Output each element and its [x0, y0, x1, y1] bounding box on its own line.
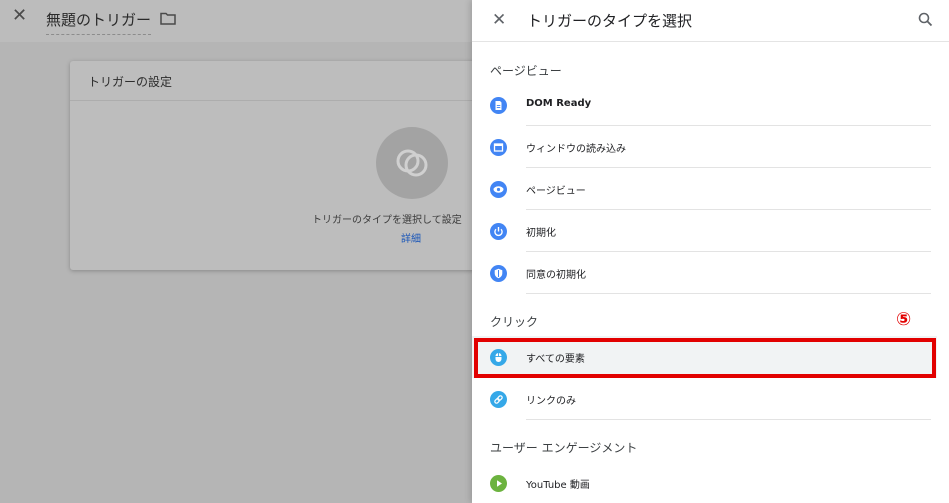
power-icon: [490, 223, 507, 240]
card-title: トリガーの設定: [70, 61, 480, 101]
section-user-engagement: ユーザー エンゲージメント: [490, 441, 638, 455]
section-pageview: ページビュー: [490, 64, 562, 78]
trigger-config-card[interactable]: トリガーの設定 トリガーのタイプを選択して設定 詳細: [70, 61, 480, 270]
search-icon[interactable]: [918, 12, 933, 27]
item-initialization[interactable]: 初期化: [472, 210, 937, 252]
item-label: 同意の初期化: [526, 270, 586, 281]
link-icon: [490, 391, 507, 408]
trigger-type-panel: ✕ トリガーのタイプを選択 ページビュー DOM Ready ウィンドウの読み込…: [472, 0, 949, 503]
trigger-type-icon: [396, 149, 428, 177]
highlight-box: [474, 338, 936, 378]
item-just-links[interactable]: リンクのみ: [472, 378, 937, 420]
item-label: YouTube 動画: [526, 480, 590, 491]
folder-icon[interactable]: [160, 12, 176, 25]
editor-header: ✕ 無題のトリガー: [0, 0, 472, 42]
item-window-loaded[interactable]: ウィンドウの読み込み: [472, 126, 937, 168]
shield-icon: [490, 265, 507, 282]
window-icon: [490, 139, 507, 156]
learn-more-link[interactable]: 詳細: [401, 230, 421, 245]
play-icon: [490, 475, 507, 492]
item-label: DOM Ready: [526, 98, 592, 109]
card-hint: トリガーのタイプを選択して設定: [312, 215, 462, 226]
item-page-view[interactable]: ページビュー: [472, 168, 937, 210]
step-number-annotation: ⑤: [896, 309, 912, 330]
editor-close-icon[interactable]: ✕: [12, 7, 27, 25]
eye-icon: [490, 181, 507, 198]
item-dom-ready[interactable]: DOM Ready: [472, 84, 937, 126]
item-consent-initialization[interactable]: 同意の初期化: [472, 252, 937, 294]
close-icon[interactable]: ✕: [492, 12, 506, 29]
document-icon: [490, 97, 507, 114]
trigger-name[interactable]: 無題のトリガー: [46, 9, 152, 35]
section-click: クリック: [490, 315, 539, 329]
panel-header: ✕ トリガーのタイプを選択: [472, 0, 949, 42]
panel-title: トリガーのタイプを選択: [527, 12, 693, 30]
trigger-type-placeholder[interactable]: [376, 127, 448, 199]
item-label: ウィンドウの読み込み: [526, 144, 626, 155]
item-youtube-video[interactable]: YouTube 動画: [472, 462, 937, 503]
item-label: ページビュー: [526, 186, 586, 197]
item-label: 初期化: [526, 228, 556, 239]
item-label: リンクのみ: [526, 396, 576, 407]
